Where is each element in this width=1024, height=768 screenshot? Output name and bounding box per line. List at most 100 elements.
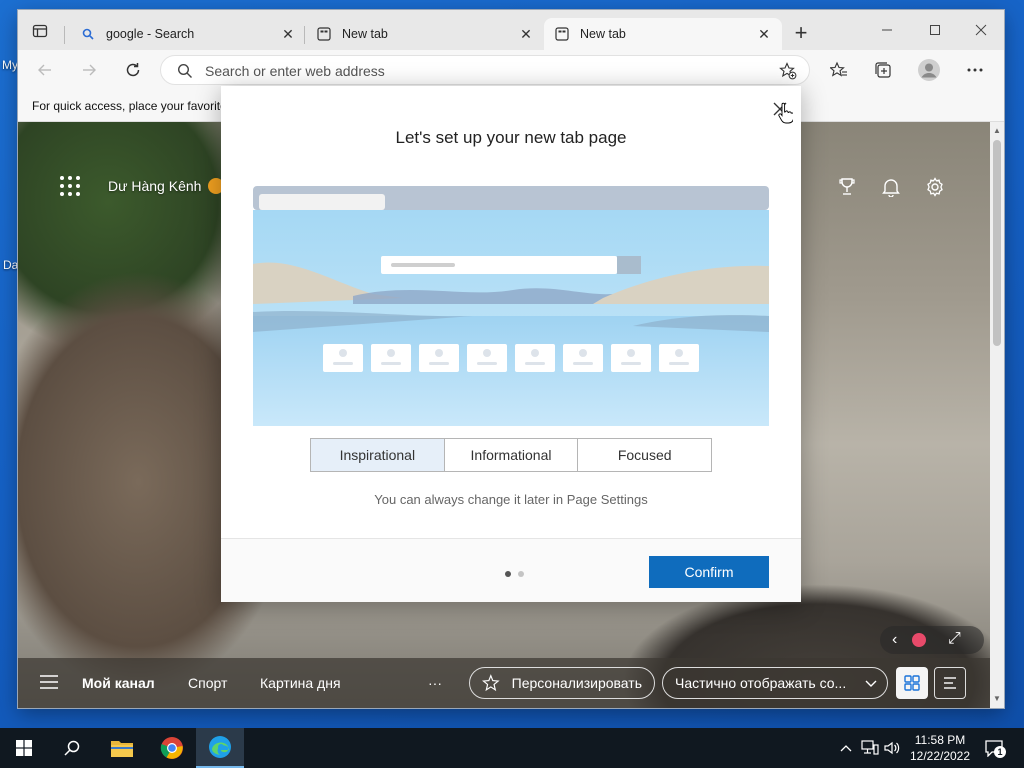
feed-more-button[interactable]: ··· [428,675,442,691]
close-window-button[interactable] [958,16,1004,44]
close-icon [975,24,987,36]
address-bar[interactable] [160,55,810,85]
page-settings-button[interactable] [922,174,948,200]
action-center-icon[interactable]: 1 [984,738,1006,758]
tab-google-search[interactable]: google - Search ✕ [70,18,306,50]
start-button[interactable] [0,728,48,768]
taskbar-search-button[interactable] [48,728,96,768]
display-mode-dropdown[interactable]: Частично отображать со... [662,667,888,699]
refresh-button[interactable] [118,56,148,84]
close-tab-icon[interactable]: ✕ [280,26,296,42]
desktop-label-da: Da [3,258,19,272]
tab-label: google - Search [106,27,195,41]
new-tab-button[interactable]: + [788,22,814,48]
tab-new-tab[interactable]: New tab ✕ [306,18,544,50]
feed-tab-sport[interactable]: Спорт [188,675,227,691]
tab-separator [64,26,65,44]
favorites-button[interactable] [824,56,854,84]
background-controls: ‹ ⤢ [880,626,984,654]
page-scrollbar[interactable]: ▲ ▼ [990,122,1004,708]
hamburger-icon [40,675,58,689]
tab-separator [304,26,305,44]
maximize-button[interactable] [912,16,958,44]
layout-option-inspirational[interactable]: Inspirational [310,438,445,472]
favorites-icon [830,61,847,77]
tab-actions-button[interactable] [24,18,56,44]
network-icon[interactable] [860,738,880,758]
back-button[interactable] [30,56,60,84]
list-view-icon [944,677,956,689]
taskbar-file-explorer[interactable] [98,728,146,768]
scroll-down-icon[interactable]: ▼ [992,694,1002,704]
search-icon [80,26,96,42]
tab-new-tab-active[interactable]: New tab ✕ [544,18,782,50]
forward-button[interactable] [74,56,104,84]
personalize-label: Персонализировать [511,675,642,691]
app-launcher-icon [60,176,80,196]
browser-toolbar [18,50,1004,90]
taskbar: 11:58 PM 12/22/2022 1 [0,728,1024,768]
dialog-hint: You can always change it later in Page S… [374,492,648,507]
list-layout-button[interactable] [934,667,966,699]
collections-icon [875,62,891,78]
personalize-button[interactable]: Персонализировать [469,667,655,699]
profile-button[interactable] [914,56,944,84]
background-info-icon[interactable] [912,633,926,647]
address-input[interactable] [205,62,765,80]
menu-button[interactable] [40,675,58,692]
grid-layout-button[interactable] [896,667,928,699]
confirm-button[interactable]: Confirm [649,556,769,588]
start-icon [16,740,32,756]
layout-preview-image [253,186,769,426]
taskbar-chrome[interactable] [148,728,196,768]
desktop-label-my: My [2,58,18,72]
add-favorite-icon[interactable] [779,62,797,80]
feed-navigation-bar: Мой канал Спорт Картина дня ··· Персонал… [18,658,990,708]
feed-tab-my-channel[interactable]: Мой канал [82,675,155,691]
gear-icon [927,177,943,197]
maximize-icon [930,25,940,35]
bell-icon [882,179,900,197]
feed-tab-picture-of-day[interactable]: Картина дня [260,675,341,691]
scrollbar-thumb[interactable] [993,140,1001,346]
app-launcher-button[interactable] [58,174,82,198]
volume-icon[interactable] [882,738,902,758]
forward-arrow-icon [83,64,96,76]
cursor-hand-icon [778,102,793,124]
previous-background-icon[interactable]: ‹ [892,631,897,649]
scroll-up-icon[interactable]: ▲ [992,126,1002,136]
display-mode-label: Частично отображать со... [675,675,847,691]
user-name[interactable]: Dư Hàng Kênh [108,178,201,194]
more-dots-icon [967,68,983,72]
layout-selector: Inspirational Informational Focused [310,438,713,472]
browser-window: google - Search ✕ New tab ✕ New tab ✕ + [18,10,1004,708]
grid-view-icon [904,675,920,691]
close-tab-icon[interactable]: ✕ [756,26,772,42]
tab-label: New tab [342,27,388,41]
layout-option-focused[interactable]: Focused [578,438,713,472]
setup-dialog: Let's set up your new tab page Inspirati… [221,86,801,602]
avatar-icon [918,59,940,81]
close-tab-icon[interactable]: ✕ [518,26,534,42]
rewards-button[interactable] [834,174,860,200]
rewards-trophy-icon [839,178,855,195]
search-icon [64,740,80,756]
close-dialog-button[interactable] [767,96,793,124]
notification-count-badge: 1 [994,746,1006,758]
dialog-title: Let's set up your new tab page [395,128,627,147]
notifications-button[interactable] [878,174,904,200]
taskbar-edge[interactable] [196,728,244,768]
taskbar-clock[interactable]: 11:58 PM 12/22/2022 [904,732,976,764]
minimize-button[interactable] [864,16,910,44]
expand-icon[interactable]: ⤢ [948,630,961,648]
show-hidden-icons-icon[interactable] [836,738,856,758]
plus-icon: + [794,20,808,45]
settings-more-button[interactable] [960,56,990,84]
newtab-page-icon [316,26,332,42]
clock-time: 11:58 PM [914,733,966,747]
layout-option-informational[interactable]: Informational [444,438,579,472]
minimize-icon [882,29,892,31]
collections-button[interactable] [868,56,898,84]
star-edit-icon [482,674,500,692]
tab-strip: google - Search ✕ New tab ✕ New tab ✕ + [18,10,1004,50]
